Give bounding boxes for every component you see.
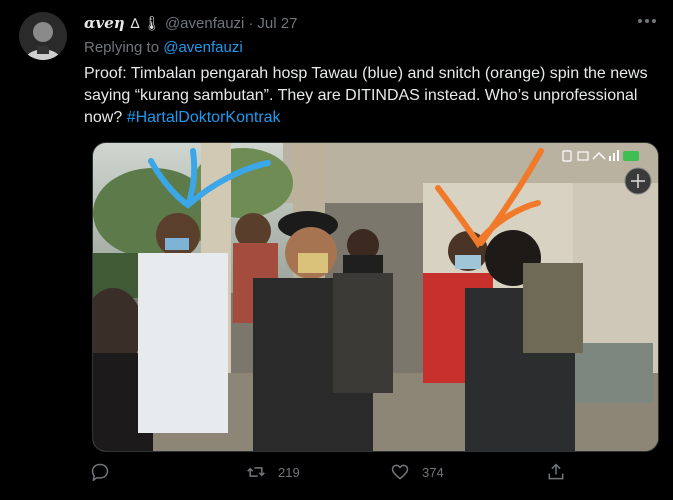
display-name[interactable]: αvеη <box>84 14 125 32</box>
hashtag-link[interactable]: #HartalDoktorKontrak <box>127 109 281 126</box>
like-count: 374 <box>422 464 444 480</box>
tweet-timestamp[interactable]: Jul 27 <box>257 15 297 32</box>
like-button[interactable]: 374 <box>390 456 444 488</box>
heart-icon <box>391 464 409 480</box>
media-photo <box>93 143 658 451</box>
reply-button[interactable] <box>90 456 122 488</box>
share-button[interactable] <box>546 456 566 488</box>
tweet-media[interactable] <box>92 142 659 452</box>
tweet-header: αvеη ∆ 🌡 @avenfauzi · Jul 27 <box>84 13 297 33</box>
reply-icon <box>91 463 109 482</box>
replying-to: Replying to @avenfauzi <box>84 39 243 56</box>
retweet-count: 219 <box>278 464 300 480</box>
tweet: αvеη ∆ 🌡 @avenfauzi · Jul 27 Replying to… <box>0 0 673 500</box>
retweet-icon <box>247 467 265 477</box>
avatar[interactable] <box>19 12 67 60</box>
replying-to-label: Replying to <box>84 39 160 56</box>
replying-to-handle[interactable]: @avenfauzi <box>163 39 242 56</box>
name-emoji: ∆ 🌡 <box>130 14 161 31</box>
more-options-icon[interactable] <box>634 10 660 32</box>
tweet-text: Proof: Timbalan pengarah hosp Tawau (blu… <box>84 63 659 129</box>
user-handle[interactable]: @avenfauzi <box>165 15 244 32</box>
retweet-button[interactable]: 219 <box>246 456 300 488</box>
tweet-actions: 219 374 <box>84 456 644 488</box>
separator-dot: · <box>248 14 254 32</box>
share-icon <box>548 463 564 480</box>
